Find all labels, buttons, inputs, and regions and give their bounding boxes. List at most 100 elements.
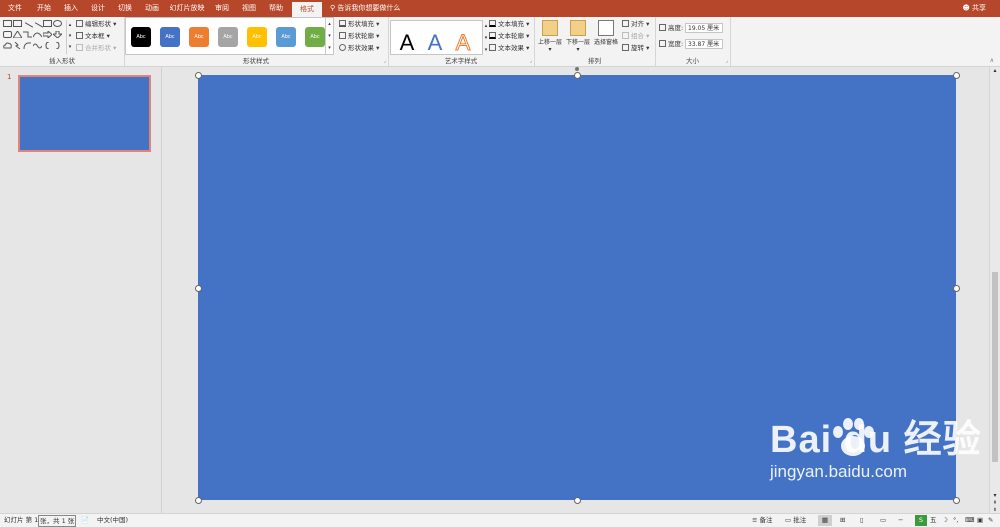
shape-outline-button[interactable]: 形状轮廓 ▾	[339, 31, 379, 41]
collapse-ribbon-icon[interactable]: ∧	[990, 57, 994, 64]
notes-button[interactable]: ≡ 备注	[752, 514, 773, 527]
right-arrow-shape-icon[interactable]	[42, 29, 53, 40]
tab-design[interactable]: 设计	[87, 0, 109, 17]
rotate-button[interactable]: 旋转 ▾	[622, 43, 649, 53]
textbox-shape-icon[interactable]	[3, 20, 12, 27]
ime-skin-icon[interactable]: ▣	[977, 514, 983, 527]
dialog-launcher-icon[interactable]: ⌟	[530, 58, 532, 64]
resize-handle-bottom-right[interactable]	[953, 497, 960, 504]
comments-button[interactable]: ▭ 批注	[785, 514, 806, 527]
cloud-shape-icon[interactable]	[3, 42, 12, 49]
dialog-launcher-icon[interactable]: ⌟	[384, 58, 386, 64]
shape-gallery-more-icon[interactable]: ▴ ▾ ▾	[66, 20, 73, 54]
rotate-handle[interactable]	[575, 67, 579, 71]
arc-shape-icon[interactable]	[23, 42, 32, 50]
rectangle-shape-icon[interactable]	[43, 20, 52, 27]
ime-keyboard-icon[interactable]: ⌨	[965, 514, 974, 527]
ime-moon-icon[interactable]: ☽	[942, 514, 948, 527]
tab-slideshow[interactable]: 幻灯片放映	[168, 0, 206, 17]
slide-thumbnail[interactable]	[18, 75, 151, 152]
tab-help[interactable]: 帮助	[265, 0, 287, 17]
height-label-text: 高度:	[668, 24, 684, 32]
ime-five-stroke-icon[interactable]: 五	[930, 514, 937, 527]
align-button[interactable]: 对齐 ▾	[622, 19, 649, 29]
width-input[interactable]: 33.87 厘米	[685, 39, 723, 49]
text-box-button[interactable]: 文本框 ▾	[76, 31, 110, 41]
shape-style-swatch[interactable]: Abc	[276, 27, 296, 47]
text-effects-button[interactable]: 文本效果 ▾	[489, 43, 529, 53]
slideshow-view-icon[interactable]: ▭	[880, 514, 886, 527]
shape-effects-button[interactable]: 形状效果 ▾	[339, 43, 379, 53]
oval-shape-icon[interactable]	[53, 20, 62, 27]
triangle-shape-icon[interactable]	[12, 30, 23, 39]
zoom-out-icon[interactable]: −	[898, 514, 903, 527]
tab-view[interactable]: 视图	[238, 0, 260, 17]
ime-tool-icon[interactable]: ✎	[988, 514, 993, 527]
tab-home[interactable]: 开始	[33, 0, 55, 17]
resize-handle-top-left[interactable]	[195, 72, 202, 79]
shape-style-gallery[interactable]: Abc Abc Abc Abc Abc Abc Abc ▴ ▾ ▾	[125, 17, 334, 55]
previous-slide-icon[interactable]: ⇞	[990, 500, 1000, 506]
tell-me-search[interactable]: ⚲ 告诉我你想要做什么	[330, 0, 400, 17]
resize-handle-bottom[interactable]	[574, 497, 581, 504]
right-brace-shape-icon[interactable]	[53, 41, 62, 50]
scrollbar-thumb[interactable]	[992, 272, 998, 462]
rounded-rect-shape-icon[interactable]	[3, 31, 12, 38]
resize-handle-right[interactable]	[953, 285, 960, 292]
shape-style-swatch[interactable]: Abc	[131, 27, 151, 47]
shape-style-swatch[interactable]: Abc	[305, 27, 325, 47]
lightning-shape-icon[interactable]	[13, 41, 22, 50]
slide-sorter-view-icon[interactable]: ⊞	[840, 514, 845, 527]
language-indicator[interactable]: 中文(中国)	[97, 514, 128, 527]
edit-shape-button[interactable]: 编辑形状 ▾	[76, 19, 116, 29]
tab-file[interactable]: 文件	[4, 0, 26, 17]
resize-handle-bottom-left[interactable]	[195, 497, 202, 504]
spell-check-icon[interactable]: 📄	[81, 514, 89, 527]
wordart-style-blue[interactable]: A	[422, 30, 448, 56]
shape-style-swatch[interactable]: Abc	[160, 27, 180, 47]
shape-gallery[interactable]	[3, 20, 67, 54]
elbow-connector-shape-icon[interactable]	[23, 31, 32, 38]
selection-pane-button[interactable]: 选择窗格	[593, 20, 619, 46]
scroll-up-icon[interactable]: ▴	[990, 67, 1000, 74]
send-backward-button[interactable]: 下移一层 ▾	[565, 20, 591, 53]
wave-shape-icon[interactable]	[32, 42, 43, 49]
resize-handle-top[interactable]	[574, 72, 581, 79]
down-arrow-shape-icon[interactable]	[51, 30, 64, 39]
textbox-vertical-shape-icon[interactable]	[13, 20, 22, 27]
width-icon	[659, 40, 666, 47]
ime-punct-icon[interactable]: °,	[953, 514, 958, 527]
dialog-launcher-icon[interactable]: ⌟	[726, 58, 728, 64]
resize-handle-left[interactable]	[195, 285, 202, 292]
wordart-gallery[interactable]: A A A	[390, 20, 483, 56]
wordart-style-orange-outline[interactable]: A	[450, 30, 476, 56]
comments-label: 批注	[793, 516, 807, 524]
tab-animations[interactable]: 动画	[141, 0, 163, 17]
ime-s-icon[interactable]: S	[915, 515, 927, 526]
vertical-scrollbar[interactable]: ▴ ▾ ⇞ ⇟	[989, 67, 1000, 513]
wordart-style-black[interactable]: A	[394, 30, 420, 56]
tab-insert[interactable]: 插入	[60, 0, 82, 17]
curve-connector-shape-icon[interactable]	[32, 31, 43, 38]
scroll-down-icon[interactable]: ▾	[990, 492, 1000, 499]
shape-style-swatch[interactable]: Abc	[247, 27, 267, 47]
height-input[interactable]: 19.05 厘米	[685, 23, 723, 33]
tab-format[interactable]: 格式	[292, 0, 322, 17]
watermark-site: jingyan.baidu.com	[770, 462, 908, 481]
merge-shapes-button[interactable]: 合并形状 ▾	[76, 43, 116, 53]
normal-view-icon[interactable]: ▦	[818, 515, 832, 526]
group-button[interactable]: 组合 ▾	[622, 31, 649, 41]
shape-style-swatch[interactable]: Abc	[189, 27, 209, 47]
text-outline-button[interactable]: 文本轮廓 ▾	[489, 31, 529, 41]
resize-handle-top-right[interactable]	[953, 72, 960, 79]
left-brace-shape-icon[interactable]	[43, 41, 52, 50]
tab-transitions[interactable]: 切换	[114, 0, 136, 17]
shape-fill-button[interactable]: 形状填充 ▾	[339, 19, 379, 29]
reading-view-icon[interactable]: ▯	[860, 514, 864, 527]
share-button[interactable]: ☻ 共享	[962, 0, 986, 17]
tab-review[interactable]: 审阅	[211, 0, 233, 17]
shape-style-swatch[interactable]: Abc	[218, 27, 238, 47]
bring-forward-button[interactable]: 上移一层 ▾	[537, 20, 563, 53]
text-fill-button[interactable]: 文本填充 ▾	[489, 19, 529, 29]
shape-style-gallery-more-icon[interactable]: ▴ ▾ ▾	[325, 18, 333, 54]
